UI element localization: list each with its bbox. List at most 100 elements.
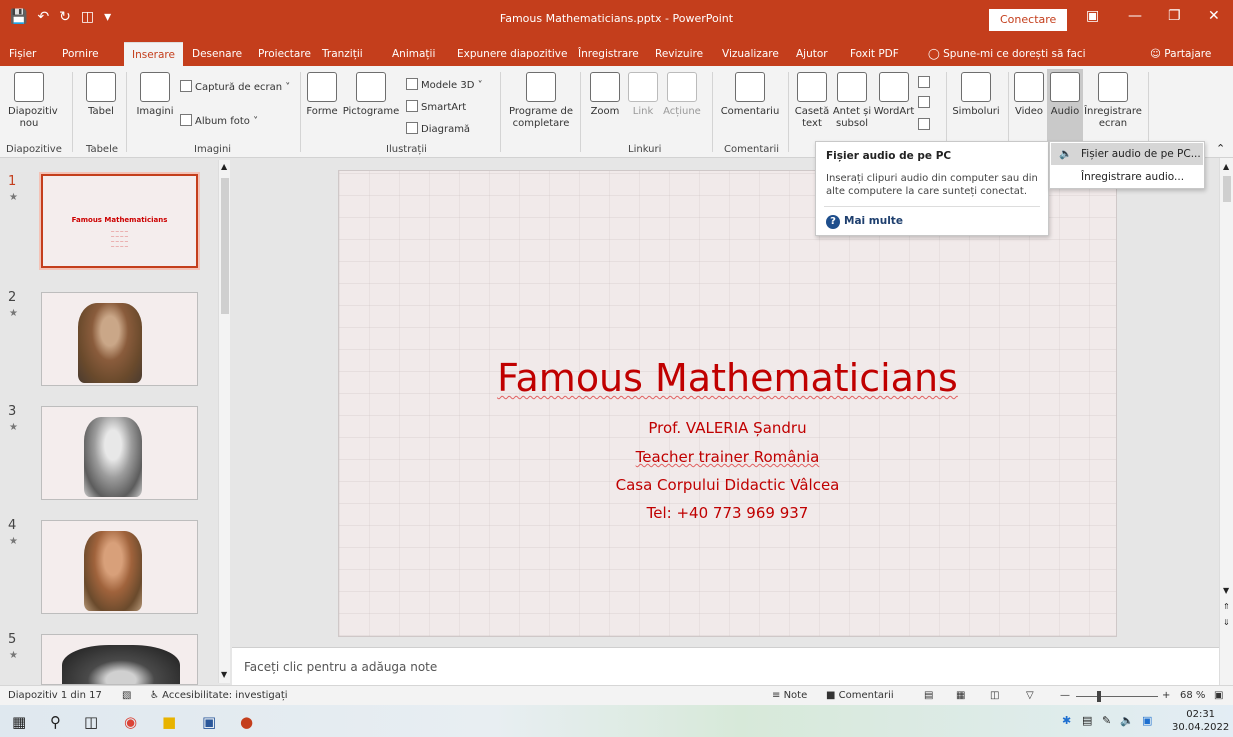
task-view-icon[interactable]: ◫ [84, 713, 98, 731]
zoom-in-icon[interactable]: + [1162, 690, 1170, 701]
word-icon[interactable]: ▣ [202, 713, 216, 731]
video-button[interactable]: Video [1012, 72, 1046, 118]
icons-button[interactable]: Pictograme [342, 72, 400, 118]
shapes-button[interactable]: Forme [306, 72, 338, 118]
normal-view-icon[interactable]: ▤ [924, 690, 933, 701]
zoom-button[interactable]: Zoom [588, 72, 622, 118]
zoom-slider-handle[interactable] [1097, 691, 1101, 702]
screen-recording-button[interactable]: Înregistrare ecran [1084, 72, 1142, 130]
zoom-slider[interactable] [1076, 696, 1158, 697]
notes-toggle[interactable]: ≡ Note [772, 690, 807, 701]
slide-thumbnail[interactable] [41, 634, 198, 685]
file-explorer-icon[interactable]: ■ [162, 713, 176, 731]
slide-thumbnail[interactable] [41, 520, 198, 614]
slide-sorter-icon[interactable]: ▦ [956, 690, 965, 701]
slide-title[interactable]: Famous Mathematicians [339, 356, 1116, 400]
zoom-out-icon[interactable]: — [1060, 690, 1070, 701]
smartart-button[interactable]: SmartArt [406, 100, 466, 113]
header-footer-button[interactable]: Antet și subsol [832, 72, 872, 130]
tab-animations[interactable]: Animații [392, 42, 435, 66]
textbox-button[interactable]: Casetă text [794, 72, 830, 130]
chrome-icon[interactable]: ◉ [124, 713, 137, 731]
wordart-button[interactable]: WordArt [872, 72, 916, 118]
notes-pane[interactable]: Faceți clic pentru a adăuga note [232, 647, 1219, 685]
chart-button[interactable]: Diagramă [406, 122, 470, 135]
new-slide-button[interactable]: Diapozitiv nou [8, 72, 58, 130]
minimize-icon[interactable]: — [1128, 8, 1142, 24]
notification-app-icon[interactable]: ▣ [1142, 714, 1152, 727]
zoom-level[interactable]: 68 % [1180, 690, 1205, 701]
tell-me-box[interactable]: ◯ Spune-mi ce dorești să faci [928, 42, 1086, 66]
tab-file[interactable]: Fișier [9, 42, 36, 66]
connect-button[interactable]: Conectare [989, 9, 1068, 31]
windows-start-icon[interactable]: ▦ [12, 713, 26, 731]
ribbon-display-icon[interactable]: ▣ [1086, 8, 1099, 24]
screenshot-button[interactable]: Captură de ecran ˅ [180, 80, 290, 93]
slide-subtitle-line[interactable]: Prof. VALERIA Șandru [339, 419, 1116, 437]
system-clock[interactable]: 02:31 30.04.2022 [1172, 708, 1229, 734]
reading-view-icon[interactable]: ◫ [990, 690, 999, 701]
spellcheck-icon[interactable]: ▧ [122, 690, 131, 701]
tab-slideshow[interactable]: Expunere diapozitive [457, 42, 567, 66]
previous-slide-icon[interactable]: ⇑ [1223, 602, 1230, 611]
scrollbar-thumb[interactable] [1223, 176, 1231, 202]
powerpoint-icon[interactable]: ● [240, 713, 253, 731]
date-time-button[interactable] [918, 76, 933, 89]
maximize-icon[interactable]: ❐ [1168, 8, 1181, 24]
close-icon[interactable]: ✕ [1208, 8, 1220, 24]
scrollbar-thumb[interactable] [221, 178, 229, 314]
slide-number-button[interactable] [918, 96, 933, 109]
collapse-ribbon-icon[interactable]: ⌃ [1216, 142, 1225, 155]
audio-button[interactable]: Audio [1047, 69, 1083, 141]
slide-canvas[interactable]: Famous Mathematicians Prof. VALERIA Șand… [338, 170, 1117, 637]
accessibility-status[interactable]: ♿ Accesibilitate: investigați [150, 690, 288, 701]
slide-subtitle-line[interactable]: Tel: +40 773 969 937 [339, 504, 1116, 522]
scroll-up-icon[interactable]: ▲ [1223, 162, 1229, 171]
slide-thumbnail[interactable] [41, 406, 198, 500]
search-icon[interactable]: ⚲ [50, 713, 61, 731]
comments-toggle[interactable]: ■ Comentarii [826, 690, 894, 701]
3d-models-button[interactable]: Modele 3D ˅ [406, 78, 483, 91]
photo-album-button[interactable]: Album foto ˅ [180, 114, 258, 127]
scroll-down-icon[interactable]: ▼ [1223, 586, 1229, 595]
video-icon [1014, 72, 1044, 102]
next-slide-icon[interactable]: ⇓ [1223, 618, 1230, 627]
share-button[interactable]: ☺ Partajare [1150, 42, 1211, 66]
slide-scrollbar[interactable]: ▲ ▼ ⇑ ⇓ [1219, 158, 1233, 647]
images-button[interactable]: Imagini [134, 72, 176, 118]
pen-icon[interactable]: ✎ [1102, 714, 1111, 727]
tab-draw[interactable]: Desenare [192, 42, 242, 66]
scroll-up-icon[interactable]: ▲ [221, 162, 227, 171]
bluetooth-icon[interactable]: ✱ [1062, 714, 1071, 727]
thumbnail-scrollbar[interactable]: ▲ ▼ [218, 160, 230, 683]
tab-transitions[interactable]: Tranziții [322, 42, 363, 66]
slide-thumbnail[interactable]: Famous Mathematicians — — — — — — — — — … [39, 172, 200, 270]
tab-insert[interactable]: Inserare [124, 42, 183, 66]
menu-item-audio-on-pc[interactable]: 🔈 Fișier audio de pe PC... [1051, 143, 1203, 165]
scroll-down-icon[interactable]: ▼ [221, 670, 227, 679]
addins-button[interactable]: Programe de completare [506, 72, 576, 130]
slide-thumbnail[interactable] [41, 292, 198, 386]
fit-to-window-icon[interactable]: ▣ [1214, 690, 1223, 701]
tab-design[interactable]: Proiectare [258, 42, 311, 66]
symbols-button[interactable]: Simboluri [950, 72, 1002, 118]
link-button[interactable]: Link [628, 72, 658, 118]
tab-record[interactable]: Înregistrare [578, 42, 639, 66]
table-button[interactable]: Tabel [84, 72, 118, 118]
slide-subtitle-line[interactable]: Casa Corpului Didactic Vâlcea [339, 476, 1116, 494]
volume-icon[interactable]: 🔈 [1120, 714, 1134, 727]
tab-view[interactable]: Vizualizare [722, 42, 779, 66]
tell-me-more-link[interactable]: ? Mai multe [826, 215, 903, 229]
comment-button[interactable]: Comentariu [716, 72, 784, 118]
menu-item-record-audio[interactable]: Înregistrare audio... [1051, 166, 1203, 188]
tab-help[interactable]: Ajutor [796, 42, 828, 66]
object-button[interactable] [918, 118, 933, 131]
action-button[interactable]: Acțiune [660, 72, 704, 118]
tab-home[interactable]: Pornire [62, 42, 99, 66]
network-icon[interactable]: ▤ [1082, 714, 1092, 727]
tab-review[interactable]: Revizuire [655, 42, 703, 66]
slideshow-view-icon[interactable]: ▽ [1026, 690, 1034, 701]
slide-subtitle-line[interactable]: Teacher trainer România [339, 448, 1116, 466]
notes-scrollbar[interactable] [1219, 647, 1233, 685]
tab-foxit-pdf[interactable]: Foxit PDF [850, 42, 899, 66]
